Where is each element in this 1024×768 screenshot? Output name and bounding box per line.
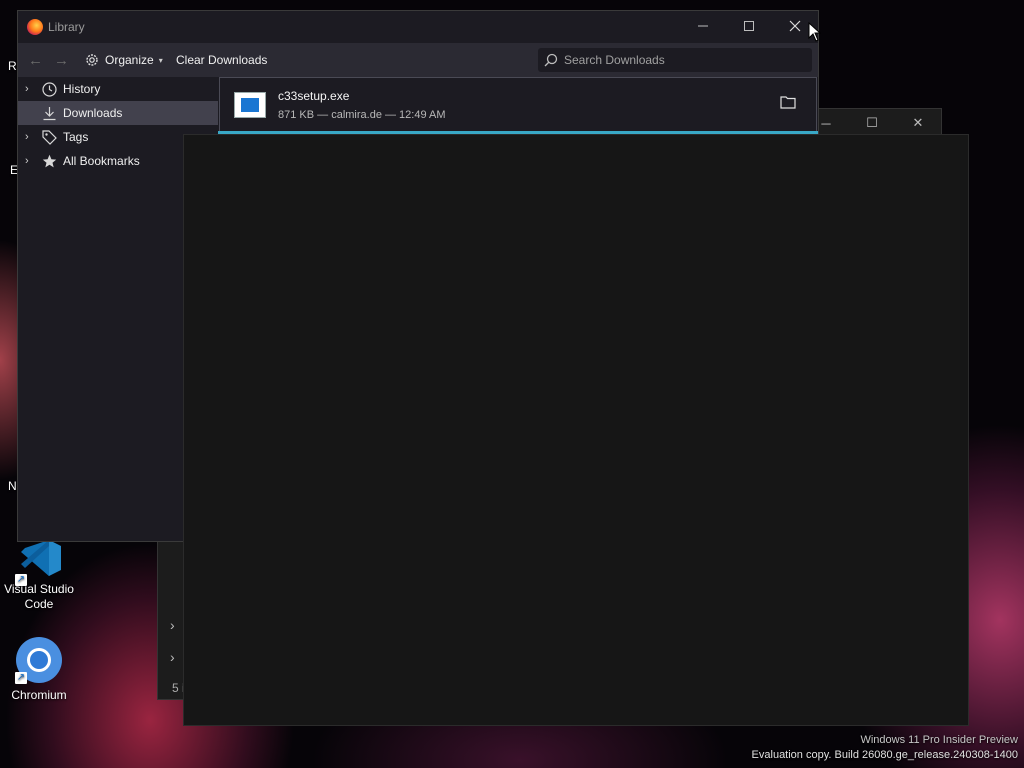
sidebar-item-label: History: [63, 82, 101, 96]
maximize-icon: [744, 21, 754, 31]
chevron-right-icon[interactable]: ›: [25, 131, 39, 143]
desktop-shortcut-label: Chromium: [11, 688, 67, 702]
executable-file-icon: [234, 92, 266, 118]
chevron-right-icon[interactable]: ›: [170, 617, 175, 633]
download-meta: 871 KB — calmira.de — 12:49 AM: [278, 109, 446, 121]
minimize-button[interactable]: [680, 11, 726, 41]
organize-button[interactable]: Organize ▾: [84, 50, 163, 70]
show-in-folder-button[interactable]: [780, 95, 798, 113]
background-window-controls: ─ ☐ ✕: [803, 109, 941, 137]
sidebar-item-label: Downloads: [63, 106, 123, 120]
download-filename: c33setup.exe: [278, 89, 350, 103]
library-toolbar: ← → Organize ▾ Clear Downloads: [18, 43, 818, 77]
download-item[interactable]: c33setup.exe 871 KB — calmira.de — 12:49…: [219, 77, 817, 132]
sidebar-item-label: All Bookmarks: [63, 154, 140, 168]
watermark-build: Evaluation copy. Build 26080.ge_release.…: [751, 749, 1018, 761]
folder-icon: [780, 96, 796, 109]
window-title: Library: [48, 20, 85, 34]
watermark-edition: Windows 11 Pro Insider Preview: [860, 734, 1018, 746]
search-field[interactable]: [538, 48, 812, 72]
close-icon: [789, 20, 801, 32]
back-arrow-icon[interactable]: ←: [28, 52, 43, 69]
download-icon: [39, 106, 59, 121]
clear-downloads-button[interactable]: Clear Downloads: [176, 53, 267, 67]
close-icon[interactable]: ✕: [895, 109, 941, 137]
chevron-down-icon: ▾: [158, 55, 163, 65]
clock-icon: [39, 81, 59, 97]
shortcut-arrow-icon: ↗: [15, 672, 27, 684]
desktop-icon-label-partial: N: [8, 479, 17, 493]
chevron-right-icon[interactable]: ›: [25, 83, 39, 95]
chevron-right-icon[interactable]: ›: [25, 155, 39, 167]
desktop-shortcut-vscode[interactable]: ↗ Visual Studio Code: [0, 538, 78, 612]
gear-icon: [86, 54, 98, 66]
maximize-button[interactable]: [726, 11, 772, 41]
shortcut-arrow-icon: ↗: [15, 574, 27, 586]
vscode-icon: ↗: [15, 538, 63, 586]
sidebar-item-history[interactable]: › History: [18, 77, 218, 101]
star-icon: [39, 154, 59, 169]
desktop-icon-label-partial: R: [8, 59, 17, 73]
blank-window[interactable]: [183, 134, 969, 726]
tag-icon: [39, 129, 59, 145]
windows-watermark: Windows 11 Pro Insider Preview Evaluatio…: [752, 733, 1018, 763]
desktop-shortcut-label: Visual Studio Code: [4, 582, 74, 611]
sidebar-item-downloads[interactable]: Downloads: [18, 101, 218, 125]
firefox-icon: [27, 19, 43, 35]
minimize-icon: [698, 25, 708, 27]
search-icon: [544, 53, 558, 67]
desktop-shortcut-chromium[interactable]: ↗ Chromium: [0, 636, 78, 703]
mouse-cursor-icon: [808, 22, 822, 42]
forward-arrow-icon[interactable]: →: [54, 52, 69, 69]
title-bar[interactable]: Library: [18, 11, 818, 43]
sidebar-item-label: Tags: [63, 130, 89, 144]
organize-label: Organize: [105, 53, 154, 67]
maximize-icon[interactable]: ☐: [849, 109, 895, 137]
search-input[interactable]: [564, 53, 804, 67]
chevron-right-icon[interactable]: ›: [170, 649, 175, 665]
chromium-icon: ↗: [15, 636, 63, 684]
